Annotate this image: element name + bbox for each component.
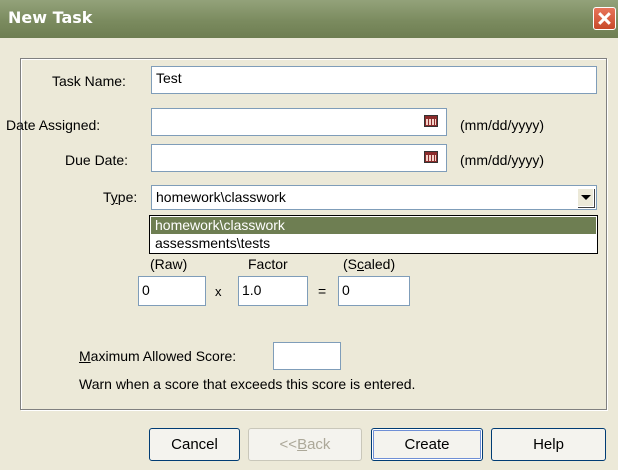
title-bar: New Task — [0, 0, 618, 38]
max-score-label-mnemonic: M — [79, 348, 91, 364]
close-icon[interactable] — [593, 7, 616, 30]
scaled-label-text-rest: aled) — [364, 256, 396, 272]
date-assigned-label: Date Assigned: — [6, 117, 101, 133]
max-score-label-text: aximum Allowed Score: — [90, 348, 237, 364]
cancel-button[interactable]: Cancel — [149, 428, 240, 461]
scaled-label-text: (S — [343, 256, 357, 272]
max-score-label: Maximum Allowed Score: — [79, 348, 236, 364]
type-label-mnemonic: y — [110, 189, 118, 205]
back-button-text: ack — [307, 436, 331, 453]
date-assigned-input[interactable] — [151, 108, 447, 136]
type-label-text-rest: pe: — [117, 189, 138, 205]
new-task-dialog: New Task Task Name: Test Date Assigned: … — [0, 0, 618, 470]
type-option-homework[interactable]: homework\classwork — [151, 217, 596, 234]
times-symbol: x — [215, 284, 222, 299]
calendar-icon[interactable] — [424, 151, 438, 163]
due-date-label: Due Date: — [65, 152, 129, 168]
equals-symbol: = — [318, 283, 327, 299]
back-button-mnemonic: B — [297, 436, 308, 453]
type-select-value: homework\classwork — [156, 189, 286, 205]
date-assigned-format-hint: (mm/dd/yyyy) — [460, 117, 544, 133]
type-dropdown-list: homework\classwork assessments\tests — [149, 215, 598, 254]
max-score-input[interactable] — [273, 342, 341, 370]
scaled-score-input[interactable]: 0 — [338, 276, 410, 306]
create-button[interactable]: Create — [371, 428, 483, 461]
factor-label: Factor — [248, 256, 288, 272]
type-label: Type: — [103, 189, 137, 205]
window-title: New Task — [8, 8, 93, 27]
due-date-format-hint: (mm/dd/yyyy) — [460, 152, 544, 168]
task-name-input[interactable]: Test — [151, 66, 597, 94]
help-button[interactable]: Help — [491, 428, 606, 461]
scaled-label-mnemonic: c — [357, 256, 364, 272]
raw-score-input[interactable]: 0 — [138, 276, 206, 306]
chevron-down-icon[interactable] — [577, 188, 594, 207]
max-score-warning-text: Warn when a score that exceeds this scor… — [79, 376, 416, 392]
task-name-label: Task Name: — [52, 73, 126, 89]
due-date-input[interactable] — [151, 144, 447, 172]
calendar-icon[interactable] — [424, 115, 438, 127]
back-button[interactable]: <<Back — [248, 428, 362, 461]
raw-score-label: (Raw) — [150, 256, 188, 272]
back-button-prefix: << — [279, 436, 298, 453]
type-select[interactable]: homework\classwork — [151, 185, 597, 210]
scaled-score-label: (Scaled) — [343, 256, 395, 272]
type-option-assessments[interactable]: assessments\tests — [151, 235, 596, 252]
factor-input[interactable]: 1.0 — [238, 276, 308, 306]
type-label-text: T — [103, 189, 111, 205]
